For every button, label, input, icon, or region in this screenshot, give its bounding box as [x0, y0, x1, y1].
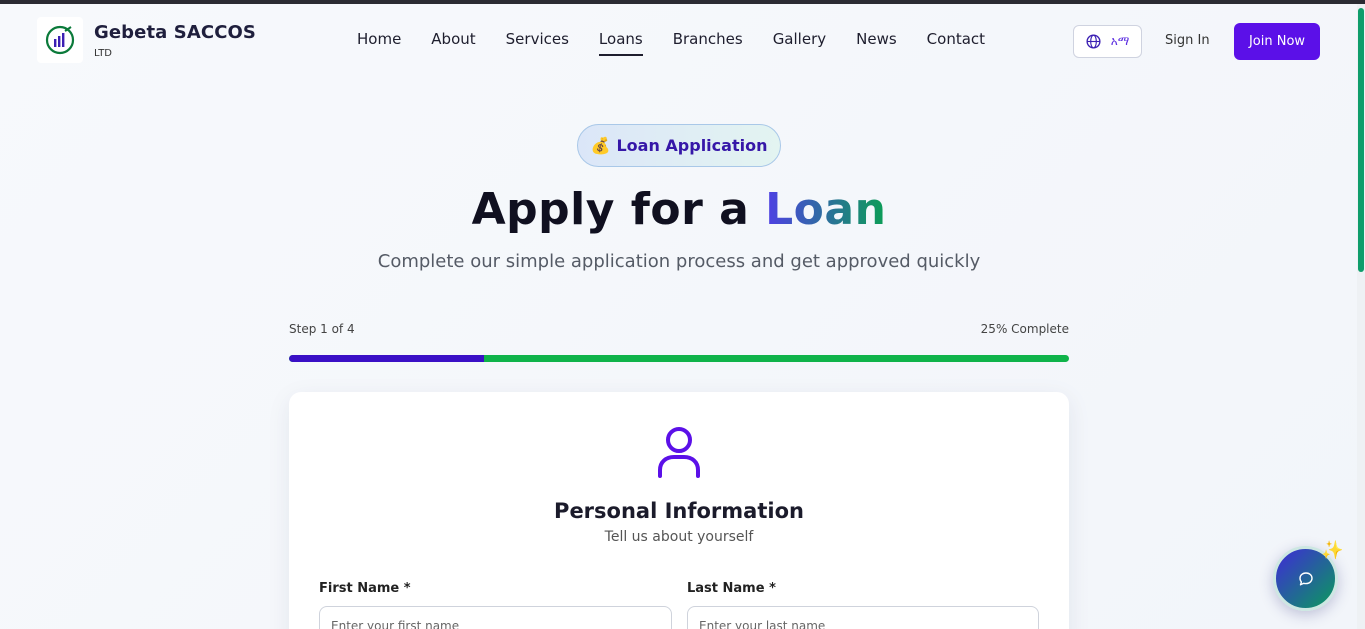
first-name-label: First Name *: [319, 581, 411, 596]
nav-news[interactable]: News: [841, 30, 912, 48]
nav-about[interactable]: About: [416, 30, 490, 48]
nav-loans[interactable]: Loans: [584, 30, 658, 56]
logo[interactable]: [37, 17, 83, 63]
page-title: Apply for a Loan: [0, 184, 1358, 235]
chart-logo-icon: [45, 25, 75, 55]
scrollbar-thumb[interactable]: [1358, 8, 1364, 272]
loan-application-badge: 💰 Loan Application: [577, 124, 781, 167]
nav-branches[interactable]: Branches: [658, 30, 758, 48]
percent-complete: 25% Complete: [980, 322, 1069, 336]
section-title: Personal Information: [554, 499, 804, 523]
page-subtitle: Complete our simple application process …: [377, 251, 981, 272]
main-nav: Home About Services Loans Branches Galle…: [342, 30, 1000, 56]
language-switcher[interactable]: አማ: [1073, 25, 1142, 58]
user-icon: [658, 427, 700, 478]
globe-icon: [1086, 34, 1101, 49]
first-name-input[interactable]: [319, 606, 672, 629]
section-subtitle: Tell us about yourself: [604, 529, 754, 545]
last-name-label: Last Name *: [687, 581, 776, 596]
language-label: አማ: [1110, 34, 1130, 48]
title-prefix: Apply for a: [471, 184, 766, 235]
nav-gallery[interactable]: Gallery: [758, 30, 841, 48]
title-highlight: Loan: [765, 184, 887, 235]
chat-bubble-icon: [1298, 571, 1313, 585]
step-indicator: Step 1 of 4: [289, 322, 355, 336]
progress-bar: [289, 355, 1069, 362]
last-name-input[interactable]: [687, 606, 1039, 629]
sign-in-link[interactable]: Sign In: [1165, 33, 1210, 48]
nav-services[interactable]: Services: [491, 30, 584, 48]
join-now-button[interactable]: Join Now: [1234, 23, 1320, 60]
nav-home[interactable]: Home: [342, 30, 416, 48]
nav-contact[interactable]: Contact: [912, 30, 1000, 48]
top-border: [0, 0, 1365, 4]
brand-subtitle: LTD: [94, 48, 113, 59]
brand-name[interactable]: Gebeta SACCOS: [94, 22, 256, 43]
badge-label: Loan Application: [616, 136, 768, 155]
form-card: Personal Information Tell us about yours…: [289, 392, 1069, 629]
money-bag-icon: 💰: [590, 136, 611, 155]
progress-fill: [289, 355, 484, 362]
sparkle-icon: ✨: [1321, 540, 1344, 561]
